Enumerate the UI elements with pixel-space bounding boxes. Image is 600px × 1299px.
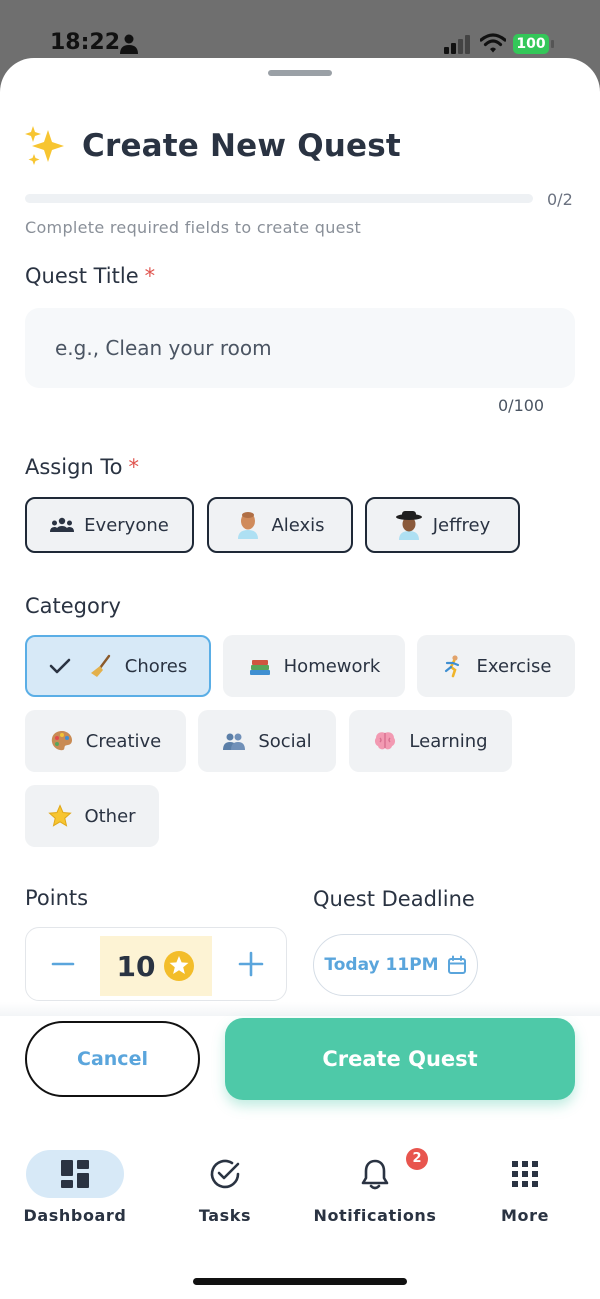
quest-title-char-count: 0/100 (498, 396, 545, 415)
tab-icon-holder: 2 (326, 1148, 428, 1198)
assign-jeffrey-button[interactable]: Jeffrey (365, 497, 520, 553)
title-row: Create New Quest (24, 124, 401, 168)
progress-hint: Complete required fields to create quest (25, 218, 362, 237)
category-option-label: Exercise (476, 655, 552, 677)
grid-icon (512, 1161, 538, 1187)
home-indicator[interactable] (193, 1278, 407, 1285)
quest-title-label: Quest Title * (25, 264, 155, 288)
wifi-icon (480, 33, 506, 53)
category-option-label: Learning (409, 730, 488, 752)
assign-to-label: Assign To * (25, 455, 139, 479)
tab-tasks[interactable]: Tasks (150, 1150, 300, 1240)
tab-label: Notifications (313, 1206, 437, 1225)
status-bar: 18:22 100 (0, 0, 600, 60)
runner-icon (444, 655, 459, 678)
broom-icon (90, 654, 110, 677)
brain-icon (375, 732, 396, 750)
plus-icon (238, 951, 264, 977)
check-circle-icon (210, 1159, 240, 1189)
category-label: Category (25, 594, 121, 618)
points-value-box: 10 (100, 936, 212, 996)
deadline-value: Today 11PM (324, 955, 439, 975)
assign-to-label-text: Assign To (25, 455, 123, 479)
assign-option-label: Everyone (84, 514, 169, 536)
tab-icon-holder (476, 1150, 574, 1198)
category-homework-button[interactable]: Homework (223, 635, 405, 697)
calendar-icon (447, 955, 466, 974)
deadline-label: Quest Deadline (313, 887, 475, 911)
points-label: Points (25, 886, 88, 910)
deadline-label-text: Quest Deadline (313, 887, 475, 911)
check-icon (49, 658, 71, 674)
signal-icon (444, 35, 470, 54)
category-chores-button[interactable]: Chores (25, 635, 211, 697)
dashboard-icon (61, 1160, 89, 1188)
category-creative-button[interactable]: Creative (25, 710, 186, 772)
tab-label: More (500, 1206, 550, 1225)
coin-star-icon (164, 951, 195, 981)
category-learning-button[interactable]: Learning (349, 710, 512, 772)
status-time: 18:22 (50, 30, 121, 55)
star-icon (48, 804, 73, 827)
create-quest-sheet: Create New Quest 0/2 Complete required f… (0, 58, 600, 1299)
category-other-button[interactable]: Other (25, 785, 159, 847)
sheet-grabber[interactable] (268, 70, 332, 76)
avatar-jeffrey-icon (395, 511, 422, 540)
assign-alexis-button[interactable]: Alexis (207, 497, 353, 553)
category-social-button[interactable]: Social (198, 710, 336, 772)
points-stepper: 10 (25, 927, 287, 1001)
group-icon (50, 517, 75, 532)
category-option-label: Homework (283, 655, 381, 677)
progress-count: 0/2 (547, 190, 573, 209)
increment-button[interactable] (216, 928, 286, 1000)
books-icon (249, 660, 270, 675)
points-label-text: Points (25, 886, 89, 910)
required-mark: * (128, 455, 140, 479)
tab-icon-holder (176, 1150, 274, 1198)
required-mark: * (144, 264, 156, 288)
assign-option-label: Alexis (271, 514, 325, 536)
sparkles-icon (25, 126, 64, 165)
category-option-label: Creative (85, 730, 162, 752)
progress-bar (25, 194, 533, 203)
avatar-alexis-icon (238, 512, 259, 539)
tab-notifications[interactable]: 2 Notifications (300, 1148, 450, 1240)
create-quest-button[interactable]: Create Quest (225, 1018, 575, 1100)
tab-active-indicator (26, 1150, 124, 1198)
quest-title-input[interactable] (25, 308, 575, 388)
category-option-label: Other (84, 805, 136, 827)
minus-icon (51, 962, 75, 966)
battery-icon: 100 (513, 34, 555, 54)
cancel-button[interactable]: Cancel (25, 1021, 200, 1097)
category-exercise-button[interactable]: Exercise (417, 635, 575, 697)
notification-badge: 2 (406, 1148, 428, 1170)
action-divider (0, 1002, 600, 1016)
points-value: 10 (116, 949, 156, 983)
battery-cap (551, 40, 554, 48)
tab-bar: Dashboard Tasks 2 Notifications More (0, 1138, 600, 1299)
bell-icon (361, 1159, 389, 1190)
assign-everyone-button[interactable]: Everyone (25, 497, 194, 553)
deadline-picker[interactable]: Today 11PM (313, 934, 478, 996)
battery-level: 100 (513, 34, 549, 54)
category-option-label: Social (258, 730, 312, 752)
quest-title-label-text: Quest Title (25, 264, 139, 288)
category-option-label: Chores (124, 655, 188, 677)
tab-label: Tasks (198, 1206, 252, 1225)
tab-more[interactable]: More (450, 1150, 600, 1240)
tab-dashboard[interactable]: Dashboard (0, 1150, 150, 1240)
page-title: Create New Quest (82, 128, 401, 164)
category-label-text: Category (25, 594, 121, 618)
assign-option-label: Jeffrey (432, 514, 491, 536)
decrement-button[interactable] (28, 928, 98, 1000)
person-icon (120, 34, 138, 54)
people-icon (223, 733, 246, 750)
palette-icon (51, 731, 72, 751)
tab-label: Dashboard (23, 1206, 127, 1225)
